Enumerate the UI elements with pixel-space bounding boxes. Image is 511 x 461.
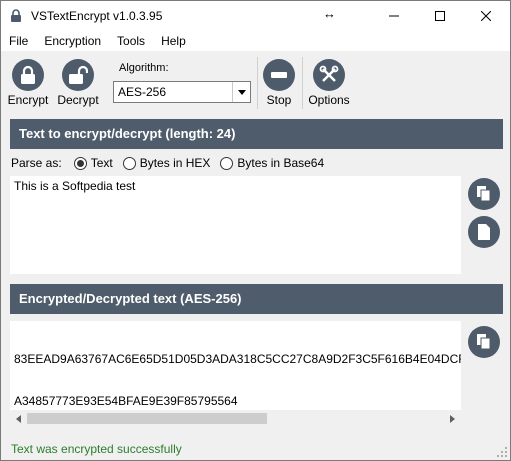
output-line-2: A34857773E93E54BFAE9E39F85795564 [14, 394, 238, 408]
decrypt-label: Decrypt [57, 93, 99, 107]
radio-hex-label: Bytes in HEX [139, 156, 211, 170]
toolbar: Encrypt Decrypt Algorithm: AES-256 Stop [1, 51, 510, 113]
document-icon [478, 224, 490, 240]
radio-text-label: Text [90, 156, 113, 170]
options-button[interactable]: Options [307, 55, 351, 111]
copy-icon [477, 186, 491, 202]
output-textarea[interactable]: 83EEAD9A63767AC6E65D51D05D3ADA318C5CC27C… [10, 321, 461, 410]
options-label: Options [308, 93, 350, 107]
radio-base64-label: Bytes in Base64 [237, 156, 325, 170]
chevron-down-icon[interactable] [232, 82, 250, 102]
encrypt-button[interactable]: Encrypt [7, 55, 49, 111]
copy-icon [477, 334, 491, 350]
algorithm-select[interactable]: AES-256 [113, 81, 251, 103]
output-line-1: 83EEAD9A63767AC6E65D51D05D3ADA318C5CC27C… [14, 352, 461, 366]
scrollbar-thumb[interactable] [27, 413, 267, 424]
input-textarea[interactable]: This is a Softpedia test [10, 176, 461, 274]
encrypt-label: Encrypt [7, 93, 49, 107]
minimize-icon [389, 15, 399, 17]
parse-options: Parse as: Text Bytes in HEX Bytes in Bas… [11, 155, 334, 171]
status-text: Text was encrypted successfully [11, 442, 182, 456]
copy-input-button[interactable] [468, 178, 500, 210]
lock-closed-icon [12, 59, 44, 91]
decrypt-button[interactable]: Decrypt [55, 55, 101, 111]
paste-input-button[interactable] [468, 216, 500, 248]
toolbar-separator [257, 57, 258, 109]
menu-bar: File Encryption Tools Help [1, 31, 510, 51]
radio-bytes-hex[interactable]: Bytes in HEX [122, 156, 211, 170]
radio-unselected-icon[interactable] [122, 156, 136, 170]
menu-tools[interactable]: Tools [109, 31, 153, 51]
radio-bytes-base64[interactable]: Bytes in Base64 [220, 156, 324, 170]
parse-as-label: Parse as: [11, 156, 62, 170]
close-icon [481, 11, 491, 21]
window-title: VSTextEncrypt v1.0.3.95 [31, 9, 163, 23]
scroll-right-icon[interactable] [444, 410, 461, 427]
output-horizontal-scrollbar[interactable] [10, 410, 461, 427]
wrench-screwdriver-icon [313, 59, 345, 91]
app-window: VSTextEncrypt v1.0.3.95 ↔ File Encryptio… [0, 0, 511, 461]
lock-open-icon [62, 59, 94, 91]
maximize-button[interactable] [417, 1, 463, 31]
copy-output-button[interactable] [468, 326, 500, 358]
stop-icon [263, 59, 295, 91]
title-bar[interactable]: VSTextEncrypt v1.0.3.95 ↔ [1, 1, 510, 31]
input-section-header: Text to encrypt/decrypt (length: 24) [10, 119, 503, 149]
app-lock-icon [9, 9, 23, 23]
resize-grip-icon[interactable] [496, 446, 508, 458]
radio-selected-icon[interactable] [73, 156, 87, 170]
minimize-button[interactable] [371, 1, 417, 31]
move-resize-icon[interactable]: ↔ [323, 6, 336, 21]
maximize-icon [435, 11, 445, 21]
toolbar-separator [302, 57, 303, 109]
algorithm-value: AES-256 [118, 85, 167, 99]
output-section-header: Encrypted/Decrypted text (AES-256) [10, 284, 503, 314]
stop-button[interactable]: Stop [261, 55, 297, 111]
close-button[interactable] [463, 1, 509, 31]
menu-file[interactable]: File [1, 31, 36, 51]
menu-encryption[interactable]: Encryption [36, 31, 109, 51]
scroll-left-icon[interactable] [10, 410, 27, 427]
stop-label: Stop [266, 93, 292, 107]
menu-help[interactable]: Help [153, 31, 194, 51]
radio-text[interactable]: Text [73, 156, 113, 170]
algorithm-label: Algorithm: [119, 62, 169, 74]
radio-unselected-icon[interactable] [220, 156, 234, 170]
